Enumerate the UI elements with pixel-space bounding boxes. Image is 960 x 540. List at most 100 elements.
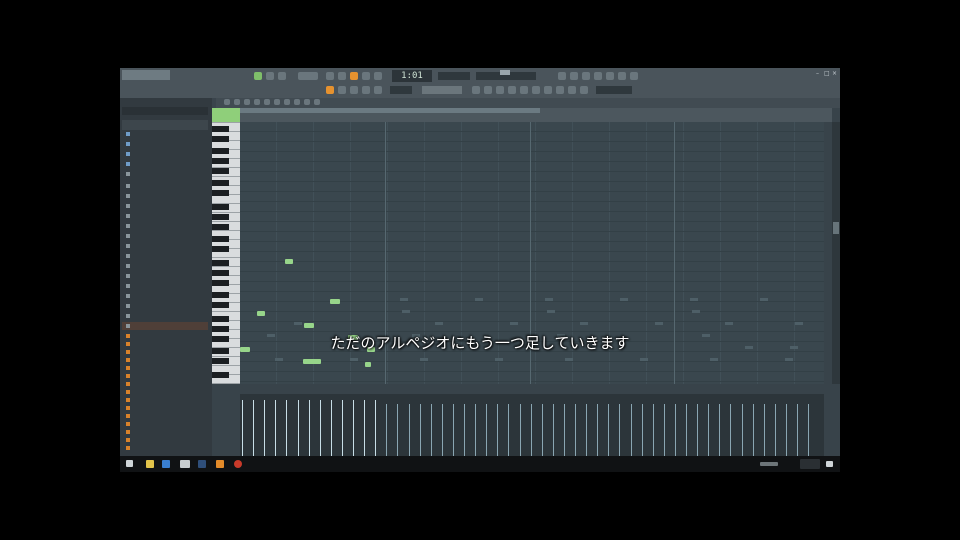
black-key[interactable] <box>212 292 229 298</box>
velocity-bar[interactable] <box>419 404 421 456</box>
velocity-bar[interactable] <box>264 400 266 456</box>
browser-item[interactable] <box>126 356 133 364</box>
clock-area[interactable] <box>800 459 820 469</box>
close-button[interactable]: × <box>832 71 838 77</box>
black-key[interactable] <box>212 358 229 364</box>
browser-item[interactable] <box>126 436 133 444</box>
white-key[interactable] <box>212 221 240 222</box>
metronome-button[interactable] <box>350 72 358 80</box>
velocity-bar[interactable] <box>619 404 621 456</box>
velocity-bar[interactable] <box>719 404 721 456</box>
browser-item[interactable] <box>126 364 133 372</box>
pr-tool-icon[interactable] <box>244 99 250 105</box>
velocity-bar[interactable] <box>519 404 521 456</box>
velocity-bar[interactable] <box>708 404 710 456</box>
pr-tool-icon[interactable] <box>304 99 310 105</box>
black-key[interactable] <box>212 316 229 322</box>
velocity-bar[interactable] <box>785 404 787 456</box>
browser-item[interactable] <box>126 212 133 220</box>
white-key[interactable] <box>212 212 240 213</box>
velocity-bar[interactable] <box>486 404 488 456</box>
browser-item[interactable] <box>126 388 133 396</box>
browser-item[interactable] <box>126 192 133 200</box>
velocity-bar[interactable] <box>464 404 465 456</box>
browser-item[interactable] <box>126 202 133 210</box>
tool-icon-1[interactable] <box>496 86 504 94</box>
black-key[interactable] <box>212 246 229 252</box>
black-key[interactable] <box>212 280 229 286</box>
browser-item[interactable] <box>126 444 133 452</box>
midi-note[interactable] <box>304 323 314 328</box>
white-key[interactable] <box>212 257 240 258</box>
browser-item[interactable] <box>126 412 133 420</box>
piano-roll-icon[interactable] <box>582 72 590 80</box>
velocity-bar[interactable] <box>530 404 532 456</box>
minimize-button[interactable]: – <box>816 71 822 77</box>
black-key[interactable] <box>212 260 229 266</box>
mixer-icon[interactable] <box>558 72 566 80</box>
black-key[interactable] <box>212 136 229 142</box>
midi-note[interactable] <box>303 359 321 364</box>
velocity-bar[interactable] <box>774 404 776 456</box>
white-key[interactable] <box>212 230 240 231</box>
velocity-bar[interactable] <box>686 404 687 456</box>
velocity-bar[interactable] <box>597 404 599 456</box>
browser-item[interactable] <box>126 272 133 280</box>
browser-item[interactable] <box>126 232 133 240</box>
delete-tool-icon[interactable] <box>362 86 370 94</box>
velocity-bar[interactable] <box>430 404 432 456</box>
browser-item[interactable] <box>126 404 133 412</box>
browser-item[interactable] <box>126 150 133 158</box>
velocity-bar[interactable] <box>375 400 377 456</box>
pr-tool-icon[interactable] <box>314 99 320 105</box>
record-app-icon[interactable] <box>234 460 242 468</box>
velocity-bar[interactable] <box>586 404 588 456</box>
browser-item[interactable] <box>126 302 133 310</box>
pr-tool-icon[interactable] <box>254 99 260 105</box>
system-tray-icons[interactable] <box>760 462 778 466</box>
velocity-bar[interactable] <box>652 404 654 456</box>
velocity-bar[interactable] <box>253 400 255 456</box>
browser-item[interactable] <box>126 292 133 300</box>
tool-icon-2[interactable] <box>508 86 516 94</box>
wait-input-button[interactable] <box>362 72 370 80</box>
midi-note[interactable] <box>330 299 340 304</box>
file-explorer-icon[interactable] <box>146 460 154 468</box>
velocity-bar[interactable] <box>308 400 310 456</box>
browser-item[interactable] <box>126 420 133 428</box>
browser-item[interactable] <box>126 130 133 138</box>
velocity-bar[interactable] <box>452 404 454 456</box>
pr-tool-icon[interactable] <box>274 99 280 105</box>
pattern-selector[interactable] <box>390 86 412 94</box>
midi-note[interactable] <box>257 311 265 316</box>
stop-button[interactable] <box>326 72 334 80</box>
song-mode-button[interactable] <box>266 72 274 80</box>
playlist-icon[interactable] <box>570 72 578 80</box>
velocity-event-editor[interactable] <box>240 394 824 458</box>
white-key[interactable] <box>212 122 240 123</box>
black-key[interactable] <box>212 270 229 276</box>
pr-tool-icon[interactable] <box>284 99 290 105</box>
velocity-bar[interactable] <box>397 404 399 456</box>
velocity-bar[interactable] <box>808 404 810 456</box>
white-key[interactable] <box>212 266 240 267</box>
midi-note[interactable] <box>365 362 371 367</box>
app-icon[interactable] <box>198 460 206 468</box>
black-key[interactable] <box>212 168 229 174</box>
velocity-bar[interactable] <box>497 404 499 456</box>
browser-item[interactable] <box>126 372 133 380</box>
white-key[interactable] <box>212 356 240 357</box>
velocity-bar[interactable] <box>297 400 299 456</box>
velocity-bar[interactable] <box>663 404 665 456</box>
midi-note[interactable] <box>285 259 293 264</box>
tool-icon-3[interactable] <box>520 86 528 94</box>
pr-tool-icon[interactable] <box>294 99 300 105</box>
black-key[interactable] <box>212 148 229 154</box>
browser-item-selected[interactable] <box>122 322 208 330</box>
pattern-name-field[interactable] <box>422 86 462 94</box>
pr-menu-icon[interactable] <box>224 99 230 105</box>
play-button[interactable] <box>278 72 286 80</box>
step-edit-icon[interactable] <box>484 86 492 94</box>
slider-thumb[interactable] <box>500 70 510 75</box>
cloud-app-icon[interactable] <box>180 460 190 468</box>
